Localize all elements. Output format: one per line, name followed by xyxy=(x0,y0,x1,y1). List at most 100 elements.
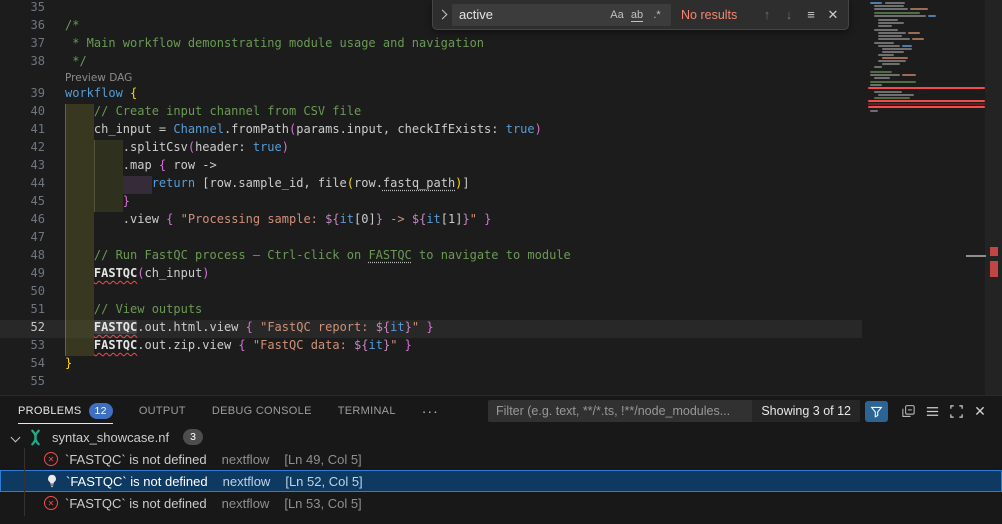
minimap-code-line xyxy=(910,8,928,10)
filter-button[interactable] xyxy=(865,401,888,422)
line-content[interactable] xyxy=(60,230,65,248)
problem-row[interactable]: ✕`FASTQC` is not definednextflow[Ln 49, … xyxy=(0,448,1002,470)
panel-tab-output[interactable]: OUTPUT xyxy=(139,396,186,426)
line-number: 54 xyxy=(0,356,60,374)
minimap-error-line xyxy=(868,87,985,89)
close-find-button[interactable]: ✕ xyxy=(822,7,844,23)
line-content[interactable]: FASTQC(ch_input) xyxy=(60,266,210,284)
problems-count-badge: 12 xyxy=(89,403,113,419)
line-number: 36 xyxy=(0,18,60,36)
problems-filter-input[interactable]: Filter (e.g. text, **/*.ts, !**/node_mod… xyxy=(488,400,860,422)
tree-indent-guide xyxy=(24,448,25,516)
previous-match-button[interactable]: ↑ xyxy=(756,7,778,22)
more-tabs-button[interactable]: ··· xyxy=(422,403,439,419)
code-line-50[interactable]: 50 xyxy=(0,284,862,302)
line-content[interactable]: // Run FastQC process – Ctrl-click on FA… xyxy=(60,248,571,266)
line-content[interactable] xyxy=(60,0,65,18)
code-line-41[interactable]: 41 ch_input = Channel.fromPath(params.in… xyxy=(0,122,862,140)
minimap-error-line xyxy=(868,106,985,108)
minimap-code-line xyxy=(874,97,910,99)
panel-tab-problems[interactable]: PROBLEMS12 xyxy=(18,396,113,426)
code-editor[interactable]: 3536/*37 * Main workflow demonstrating m… xyxy=(0,0,1002,395)
code-line-38[interactable]: 38 */ xyxy=(0,54,862,72)
code-line-40[interactable]: 40 // Create input channel from CSV file xyxy=(0,104,862,122)
editor-lines[interactable]: 3536/*37 * Main workflow demonstrating m… xyxy=(0,0,862,392)
line-content[interactable]: workflow { xyxy=(60,86,137,104)
codelens-preview-dag[interactable]: Preview DAG xyxy=(0,72,862,86)
line-content[interactable]: // Create input channel from CSV file xyxy=(60,104,361,122)
code-line-47[interactable]: 47 xyxy=(0,230,862,248)
line-number: 53 xyxy=(0,338,60,356)
collapse-all-button[interactable] xyxy=(896,400,920,422)
maximize-panel-button[interactable] xyxy=(944,400,968,422)
minimap-code-line xyxy=(870,81,916,83)
code-line-43[interactable]: 43 .map { row -> xyxy=(0,158,862,176)
code-line-54[interactable]: 54} xyxy=(0,356,862,374)
match-case-toggle[interactable]: Aa xyxy=(607,9,627,21)
minimap-code-line xyxy=(912,38,924,40)
panel-tab-debug-console[interactable]: DEBUG CONSOLE xyxy=(212,396,312,426)
line-content[interactable]: // View outputs xyxy=(60,302,202,320)
next-match-button[interactable]: ↓ xyxy=(778,7,800,22)
line-content[interactable]: } xyxy=(60,356,72,374)
minimap-code-line xyxy=(874,8,908,10)
whole-word-toggle[interactable]: ab xyxy=(627,9,647,21)
minimap-code-line xyxy=(885,2,905,4)
line-content[interactable]: return [row.sample_id, file(row.fastq_pa… xyxy=(60,176,470,194)
line-number: 37 xyxy=(0,36,60,54)
line-content[interactable]: FASTQC.out.zip.view { "FastQC data: ${it… xyxy=(60,338,412,356)
code-line-37[interactable]: 37 * Main workflow demonstrating module … xyxy=(0,36,862,54)
find-input[interactable]: active Aa ab .* xyxy=(452,4,671,26)
code-line-53[interactable]: 53 FASTQC.out.zip.view { "FastQC data: $… xyxy=(0,338,862,356)
error-icon: ✕ xyxy=(44,496,58,510)
toggle-replace-button[interactable] xyxy=(435,11,449,18)
close-panel-button[interactable]: ✕ xyxy=(968,400,992,422)
line-number: 43 xyxy=(0,158,60,176)
line-content[interactable]: .map { row -> xyxy=(60,158,217,176)
code-line-51[interactable]: 51 // View outputs xyxy=(0,302,862,320)
line-content[interactable]: */ xyxy=(60,54,87,72)
minimap-code-line xyxy=(902,74,916,76)
line-content[interactable]: ch_input = Channel.fromPath(params.input… xyxy=(60,122,542,140)
funnel-icon xyxy=(870,405,883,418)
line-number: 51 xyxy=(0,302,60,320)
line-content[interactable]: /* xyxy=(60,18,79,36)
problems-file-row[interactable]: syntax_showcase.nf 3 xyxy=(0,426,1002,448)
code-line-44[interactable]: 44 return [row.sample_id, file(row.fastq… xyxy=(0,176,862,194)
find-in-selection-button[interactable]: ≡ xyxy=(800,7,822,22)
minimap-code-line xyxy=(870,2,882,4)
problem-message: `FASTQC` is not defined xyxy=(66,474,208,489)
problem-row[interactable]: ✕`FASTQC` is not definednextflow[Ln 53, … xyxy=(0,492,1002,514)
line-number: 47 xyxy=(0,230,60,248)
line-content[interactable]: * Main workflow demonstrating module usa… xyxy=(60,36,484,54)
code-line-39[interactable]: 39workflow { xyxy=(0,86,862,104)
minimap-code-line xyxy=(874,29,898,31)
panel-tab-terminal[interactable]: TERMINAL xyxy=(338,396,396,426)
code-line-55[interactable]: 55 xyxy=(0,374,862,392)
line-number: 35 xyxy=(0,0,60,18)
line-content[interactable] xyxy=(60,284,65,302)
regex-toggle[interactable]: .* xyxy=(647,9,667,21)
minimap[interactable] xyxy=(868,0,985,395)
code-line-45[interactable]: 45 } xyxy=(0,194,862,212)
line-number: 49 xyxy=(0,266,60,284)
minimap-code-line xyxy=(870,71,892,73)
editor-scrollbar[interactable] xyxy=(985,0,1002,395)
problem-row[interactable]: `FASTQC` is not definednextflow[Ln 52, C… xyxy=(0,470,1002,492)
line-content[interactable]: FASTQC.out.html.view { "FastQC report: $… xyxy=(60,320,434,338)
view-as-table-button[interactable] xyxy=(920,400,944,422)
line-content[interactable]: } xyxy=(60,194,130,212)
problem-location: [Ln 53, Col 5] xyxy=(284,496,361,511)
line-content[interactable]: .view { "Processing sample: ${it[0]} -> … xyxy=(60,212,491,230)
minimap-code-line xyxy=(878,54,894,56)
line-content[interactable]: .splitCsv(header: true) xyxy=(60,140,289,158)
code-line-42[interactable]: 42 .splitCsv(header: true) xyxy=(0,140,862,158)
code-line-52[interactable]: 52 FASTQC.out.html.view { "FastQC report… xyxy=(0,320,862,338)
find-query-text[interactable]: active xyxy=(459,7,607,22)
find-widget: active Aa ab .* No results ↑ ↓ ≡ ✕ xyxy=(432,0,849,30)
code-line-49[interactable]: 49 FASTQC(ch_input) xyxy=(0,266,862,284)
line-content[interactable] xyxy=(60,374,65,392)
code-line-48[interactable]: 48 // Run FastQC process – Ctrl-click on… xyxy=(0,248,862,266)
minimap-code-line xyxy=(870,74,900,76)
code-line-46[interactable]: 46 .view { "Processing sample: ${it[0]} … xyxy=(0,212,862,230)
